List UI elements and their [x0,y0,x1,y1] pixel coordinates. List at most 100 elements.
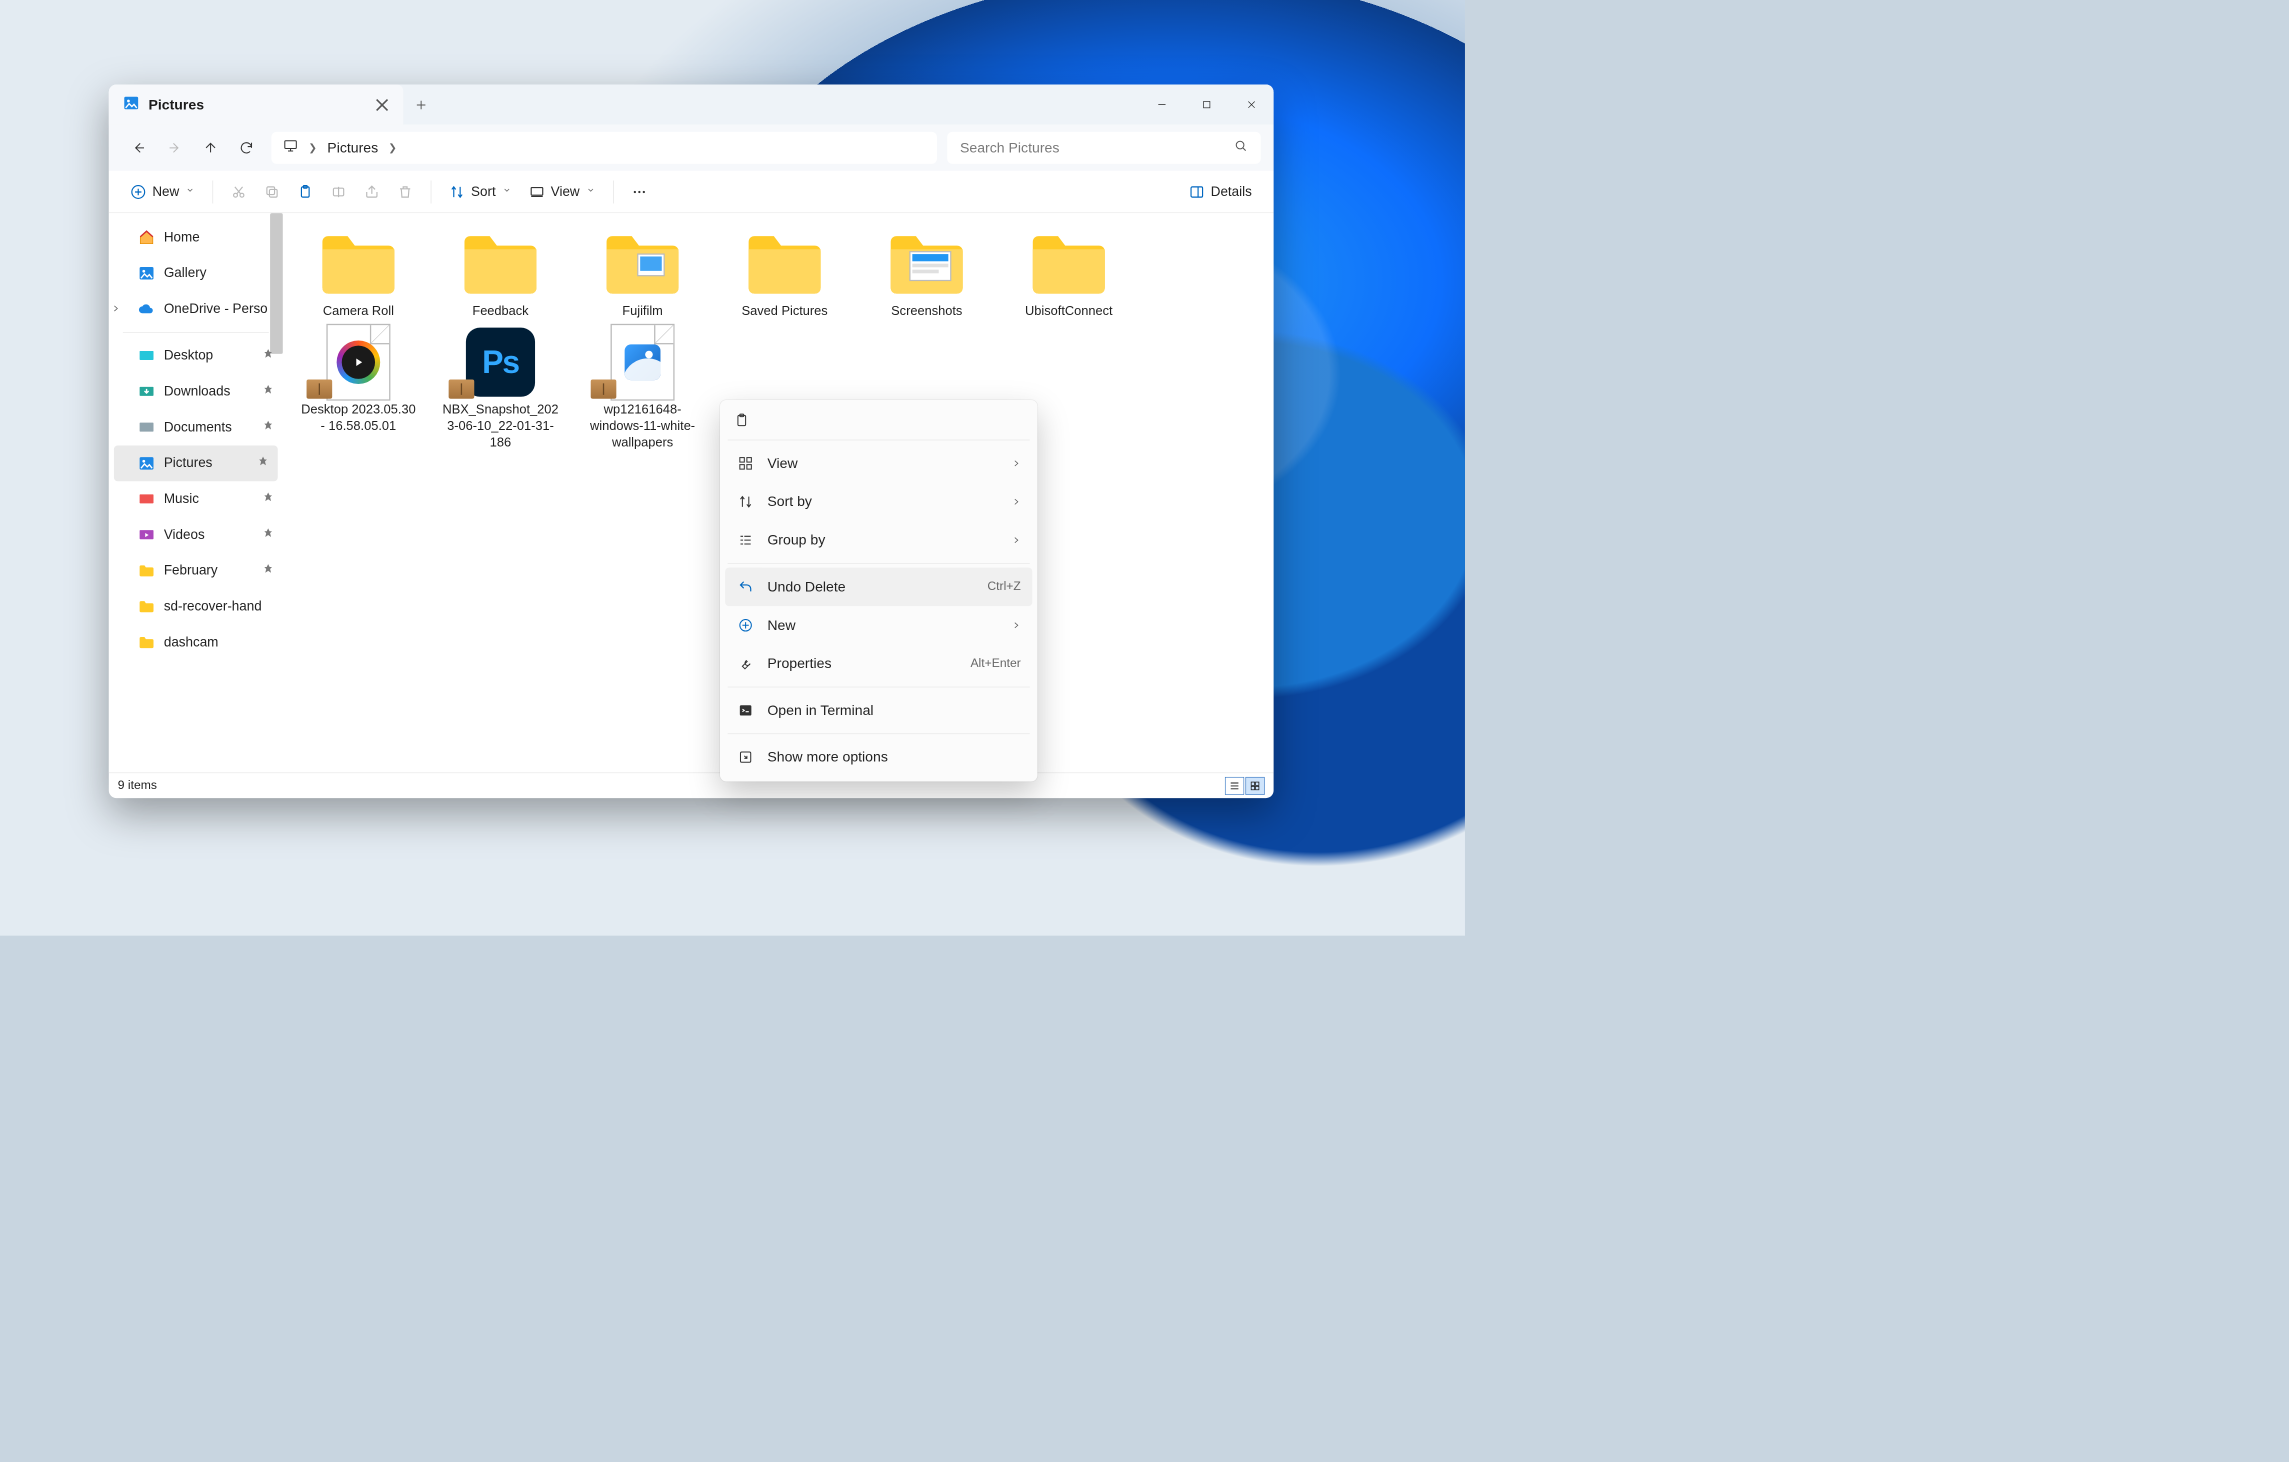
chevron-down-icon [502,186,511,198]
rename-button[interactable] [324,178,352,206]
paste-button[interactable] [291,178,319,206]
sidebar-item-music[interactable]: Music [109,481,283,517]
separator [212,180,213,203]
sidebar-item-gallery[interactable]: Gallery [109,255,283,291]
status-bar: 9 items [109,772,1274,798]
details-pane-button[interactable]: Details [1183,178,1259,206]
refresh-button[interactable] [229,130,264,165]
sidebar-item-downloads[interactable]: Downloads [109,374,283,410]
sidebar-item-desktop[interactable]: Desktop [109,338,283,374]
tab-close-button[interactable] [371,94,393,116]
folder-saved-pictures[interactable]: Saved Pictures [721,225,849,324]
share-button[interactable] [358,178,386,206]
minimize-button[interactable] [1139,84,1184,124]
plus-circle-icon [737,616,755,634]
videos-icon [138,527,155,544]
folder-ubisoftconnect[interactable]: UbisoftConnect [1005,225,1133,324]
context-open-terminal[interactable]: Open in Terminal [725,691,1032,729]
separator [613,180,614,203]
new-tab-button[interactable] [403,84,439,124]
view-button[interactable]: View [523,178,602,206]
sidebar-item-onedrive[interactable]: OneDrive - Perso [109,291,283,327]
chevron-down-icon [586,186,595,198]
copy-button[interactable] [258,178,286,206]
more-button[interactable] [625,178,653,206]
divider [123,332,269,333]
home-icon [138,229,155,246]
expand-icon [737,748,755,766]
cut-button[interactable] [225,178,253,206]
grid-icon [737,454,755,472]
folder-feedback[interactable]: Feedback [436,225,564,324]
search-icon [1234,139,1248,157]
body: Home Gallery OneDrive - Perso Desktop Do… [109,213,1274,772]
details-label: Details [1211,184,1252,199]
photoshop-icon: Ps [459,327,542,397]
toolbar: New Sort View Details [109,171,1274,213]
delete-button[interactable] [391,178,419,206]
up-button[interactable] [193,130,228,165]
new-label: New [152,184,179,199]
folder-screenshots[interactable]: Screenshots [863,225,991,324]
breadcrumb-separator-icon: ❯ [388,141,397,154]
pictures-icon [123,95,140,115]
tab-pictures[interactable]: Pictures [109,84,403,124]
folder-camera-roll[interactable]: Camera Roll [294,225,422,324]
sort-icon [737,493,755,511]
context-new[interactable]: New [725,606,1032,644]
wrench-icon [737,655,755,673]
back-button[interactable] [122,130,157,165]
pictures-icon [138,455,155,472]
undo-icon [737,578,755,596]
search-input[interactable]: Search Pictures [947,132,1261,164]
sidebar-item-home[interactable]: Home [109,220,283,256]
sidebar-item-dashcam[interactable]: dashcam [109,625,283,661]
archive-badge-icon [307,380,333,399]
search-placeholder: Search Pictures [960,139,1059,156]
expand-icon[interactable] [111,301,120,316]
chevron-right-icon [1012,493,1021,510]
context-undo-delete[interactable]: Undo DeleteCtrl+Z [725,568,1032,606]
sidebar: Home Gallery OneDrive - Perso Desktop Do… [109,213,283,772]
list-view-button[interactable] [1225,777,1244,795]
file-wp-wallpaper[interactable]: wp12161648-windows-11-white-wallpapers [579,323,707,455]
folder-icon [1027,228,1110,298]
breadcrumb-location[interactable]: Pictures [327,139,378,156]
folder-icon [885,228,968,298]
sidebar-item-sdrecover[interactable]: sd-recover-hand [109,589,283,625]
pin-icon [262,384,274,399]
forward-button[interactable] [157,130,192,165]
file-explorer-window: Pictures ❯ Pictures ❯ Search Pictures [109,84,1274,798]
sort-label: Sort [471,184,496,199]
file-nbx-snapshot[interactable]: PsNBX_Snapshot_2023-06-10_22-01-31-186 [436,323,564,455]
sidebar-item-february[interactable]: February [109,553,283,589]
archive-badge-icon [591,380,617,399]
context-properties[interactable]: PropertiesAlt+Enter [725,644,1032,682]
context-groupby[interactable]: Group by [725,521,1032,559]
context-sortby[interactable]: Sort by [725,483,1032,521]
sidebar-item-videos[interactable]: Videos [109,517,283,553]
folder-fujifilm[interactable]: Fujifilm [579,225,707,324]
folder-icon [317,228,400,298]
group-icon [737,531,755,549]
nav-row: ❯ Pictures ❯ Search Pictures [109,125,1274,171]
folder-icon [459,228,542,298]
context-show-more[interactable]: Show more options [725,738,1032,776]
icon-view-button[interactable] [1245,777,1264,795]
sort-button[interactable]: Sort [443,178,518,206]
terminal-icon [737,701,755,719]
pin-icon [262,563,274,578]
close-button[interactable] [1229,84,1274,124]
new-button[interactable]: New [124,178,201,206]
downloads-icon [138,383,155,400]
sidebar-item-pictures[interactable]: Pictures [114,445,278,481]
view-label: View [551,184,580,199]
shortcut-label: Alt+Enter [970,657,1020,671]
address-bar[interactable]: ❯ Pictures ❯ [271,132,937,164]
sidebar-item-documents[interactable]: Documents [109,410,283,446]
context-view[interactable]: View [725,444,1032,482]
context-paste-button[interactable] [725,405,1032,436]
maximize-button[interactable] [1184,84,1229,124]
window-buttons [1139,84,1273,124]
file-desktop-video[interactable]: Desktop 2023.05.30 - 16.58.05.01 [294,323,422,455]
